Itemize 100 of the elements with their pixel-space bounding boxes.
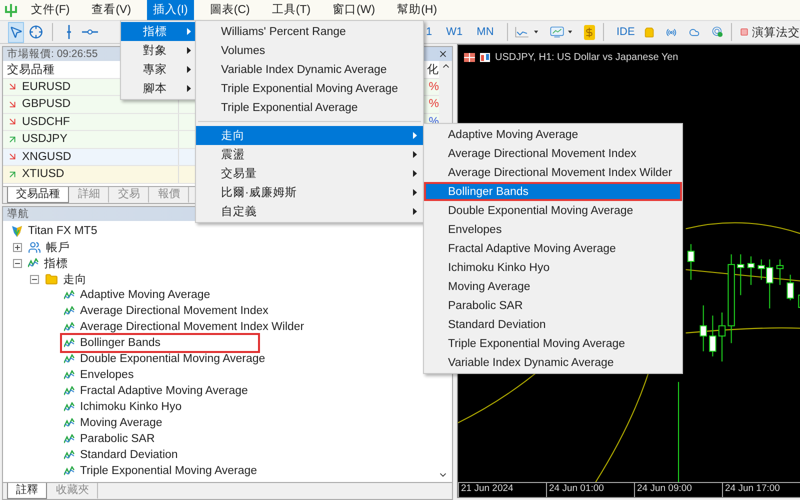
menu-item[interactable]: 文件(F) (25, 0, 76, 20)
chart-title: USDJPY, H1: US Dollar vs Japanese Yen (495, 52, 678, 63)
submenu-arrow-icon (413, 132, 417, 139)
candlestick (737, 254, 744, 296)
menu-item[interactable]: 震盪 (196, 145, 423, 164)
timeframe-button[interactable]: MN (472, 26, 499, 38)
down-arrow-icon (7, 116, 18, 128)
panel-title: 市場報價: 09:26:55 (7, 47, 98, 61)
menu-item[interactable]: Standard Deviation (424, 315, 682, 334)
tab[interactable]: 交易品種 (7, 187, 69, 203)
menu-item[interactable]: Triple Exponential Moving Average (424, 334, 682, 353)
indicator-icon (64, 418, 75, 428)
tree-item[interactable]: Envelopes (62, 367, 134, 383)
menu-item[interactable]: Adaptive Moving Average (424, 125, 682, 144)
tree-item[interactable]: Moving Average (62, 415, 162, 431)
close-icon[interactable] (438, 49, 448, 59)
menu-item[interactable]: 查看(V) (86, 0, 138, 20)
down-arrow-icon (7, 151, 18, 162)
tree-item[interactable]: Adaptive Moving Average (62, 287, 210, 303)
users-icon (28, 240, 41, 254)
submenu-arrow-icon (413, 208, 417, 215)
algo-trading-button[interactable]: 演算法交 (752, 24, 800, 40)
menu-item[interactable]: Volumes (196, 41, 423, 60)
line-chart-icon[interactable] (515, 24, 530, 40)
ide-button[interactable]: IDE (611, 26, 640, 38)
tree-item[interactable]: Triple Exponential Moving Average (62, 463, 258, 479)
menu-item[interactable]: Double Exponential Moving Average (424, 201, 682, 220)
tree-item[interactable]: Standard Deviation (62, 447, 178, 463)
time-label: 24 Jun 09:00 (634, 483, 722, 497)
tree-item[interactable]: Bollinger Bands (62, 335, 258, 351)
menu-item[interactable]: Variable Index Dynamic Average (196, 60, 423, 79)
tree-item[interactable]: Fractal Adaptive Moving Average (62, 383, 248, 399)
timeframe-button[interactable]: 1 (421, 26, 438, 38)
tree-item[interactable]: 走向 (43, 271, 87, 287)
tree-item[interactable]: Parabolic SAR (62, 431, 155, 447)
indicator-icon (64, 338, 75, 348)
menu-item[interactable]: 圖表(C) (204, 0, 256, 20)
expand-toggle[interactable] (13, 242, 22, 252)
menu-item[interactable]: Bollinger Bands (424, 182, 682, 201)
candlestick (718, 312, 726, 362)
tree-item[interactable]: Ichimoku Kinko Hyo (62, 399, 182, 415)
tree-item[interactable]: Average Directional Movement Index Wilder (62, 319, 304, 335)
menu-item[interactable]: 工具(T) (266, 0, 317, 20)
menu-item[interactable]: Moving Average (424, 277, 682, 296)
candlestick (700, 305, 707, 352)
folder-icon (45, 272, 58, 286)
pointer-tool[interactable] (8, 22, 24, 42)
symbol-cell: USDCHF (22, 116, 70, 128)
menu-item[interactable]: Fractal Adaptive Moving Average (424, 239, 682, 258)
menu-item[interactable]: 對象 (121, 41, 197, 60)
tree-item[interactable]: Double Exponential Moving Average (62, 351, 266, 367)
tree-item[interactable]: 帳戶 (26, 239, 70, 255)
tree-item[interactable]: Titan FX MT5 (9, 223, 98, 239)
tree-item[interactable]: Average Directional Movement Index (62, 303, 268, 319)
indicator-icon (64, 290, 75, 300)
menu-item[interactable]: Triple Exponential Moving Average (196, 79, 423, 98)
menu-item[interactable]: Average Directional Movement Index (424, 144, 682, 163)
indicator-icon (64, 322, 75, 332)
stop-icon[interactable] (740, 26, 748, 38)
menu-item[interactable]: Envelopes (424, 220, 682, 239)
up-arrow-icon (7, 168, 18, 180)
symbol-cell: USDJPY (22, 133, 68, 146)
menu-item[interactable]: Average Directional Movement Index Wilder (424, 163, 682, 182)
down-arrow-icon (7, 81, 18, 92)
menu-item[interactable]: 自定義 (196, 202, 423, 221)
menu-item[interactable]: 窗口(W) (326, 0, 382, 20)
dollar-icon[interactable] (584, 24, 595, 40)
menu-item[interactable]: 交易量 (196, 164, 423, 183)
menu-item[interactable]: 指標 (121, 22, 197, 41)
radar-icon[interactable] (712, 24, 723, 40)
menu-item[interactable]: Ichimoku Kinko Hyo (424, 258, 682, 277)
menu-item[interactable]: 走向 (196, 126, 423, 145)
candlestick (747, 256, 755, 285)
menu-item[interactable]: Variable Index Dynamic Average (424, 353, 682, 372)
tab[interactable]: 註釋 (7, 483, 47, 499)
submenu-arrow-icon (413, 151, 417, 158)
caret-icon (568, 30, 572, 34)
tree-item[interactable]: 指標 (26, 255, 68, 271)
candlestick (687, 244, 695, 280)
expand-toggle[interactable] (30, 274, 39, 284)
menu-item[interactable]: 幫助(H) (391, 0, 444, 20)
indicator-icon (64, 466, 75, 476)
logo-icon (11, 224, 23, 238)
menu-item[interactable]: Parabolic SAR (424, 296, 682, 315)
candlestick (786, 274, 794, 300)
menu-item[interactable]: Triple Exponential Average (196, 98, 423, 117)
menu-item[interactable]: 比爾·威廉姆斯 (196, 183, 423, 202)
submenu-arrow-icon (187, 85, 191, 92)
indicator-icon (64, 402, 75, 412)
menu-item[interactable]: 插入(I) (147, 0, 194, 20)
expand-toggle[interactable] (13, 258, 22, 268)
chart-window-icon[interactable] (550, 24, 564, 40)
timeframe-button[interactable]: W1 (441, 26, 468, 38)
indicator-icon (64, 386, 75, 396)
menu-item[interactable]: 腳本 (121, 79, 197, 98)
submenu-arrow-icon (187, 47, 191, 54)
candlestick (776, 259, 784, 285)
indicator-icon (64, 306, 75, 316)
menu-item[interactable]: Williams' Percent Range (196, 22, 423, 41)
up-arrow-icon (7, 134, 18, 145)
